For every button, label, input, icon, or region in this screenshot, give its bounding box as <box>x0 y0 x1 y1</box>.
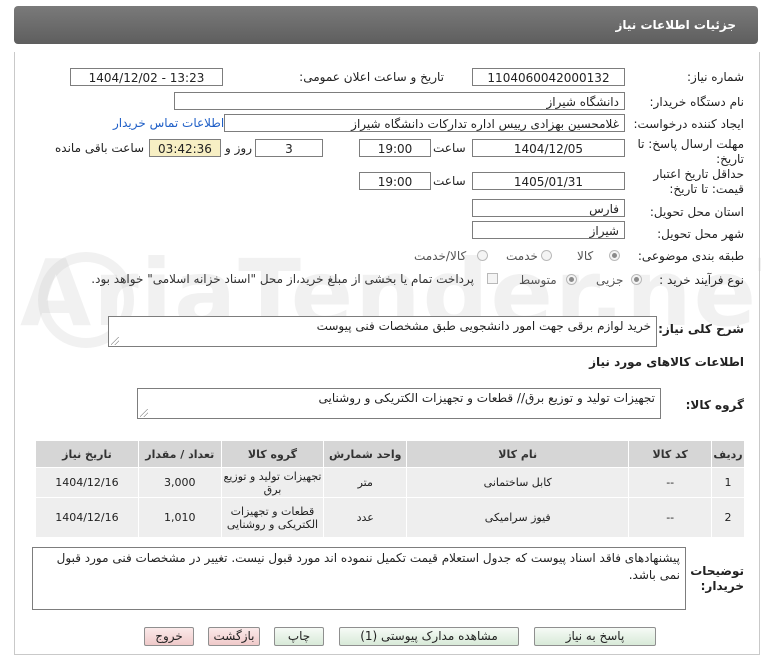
category-option-goods-service: کالا/خدمت <box>414 249 467 263</box>
cell-group: قطعات و تجهیزات الکتریکی و روشنایی <box>220 497 325 538</box>
process-radio-minor[interactable] <box>631 274 642 285</box>
table-row[interactable]: 2 -- فیوز سرامیکی عدد قطعات و تجهیزات ال… <box>35 497 745 538</box>
validity-date-field: 1405/01/31 <box>472 172 625 190</box>
exit-button[interactable]: خروج <box>144 627 194 646</box>
cell-qty: 1,010 <box>137 497 222 538</box>
need-number-field: 1104060042000132 <box>472 68 625 86</box>
province-field: فارس <box>472 199 625 217</box>
treasury-note: پرداخت تمام یا بخشی از مبلغ خرید،از محل … <box>91 272 474 286</box>
col-unit: واحد شمارش <box>323 440 408 468</box>
col-date: تاریخ نیاز <box>35 440 139 468</box>
buyer-notes-text: پیشنهادهای فاقد اسناد پیوست که جدول استع… <box>56 551 680 582</box>
page-header: جزئیات اطلاعات نیاز <box>14 6 758 44</box>
process-radio-medium[interactable] <box>566 274 577 285</box>
category-radio-service[interactable] <box>541 250 552 261</box>
col-code: کد کالا <box>628 440 713 468</box>
cell-index: 2 <box>711 497 745 538</box>
col-index: ردیف <box>711 440 745 468</box>
deadline-time-field: 19:00 <box>359 139 431 157</box>
cell-name: کابل ساختمانی <box>406 467 630 498</box>
items-table: ردیف کد کالا نام کالا واحد شمارش گروه کا… <box>35 440 745 538</box>
resize-handle-icon[interactable] <box>140 409 148 417</box>
table-header-row: ردیف کد کالا نام کالا واحد شمارش گروه کا… <box>35 440 745 468</box>
description-label: شرح کلی نیاز: <box>658 322 744 336</box>
cell-unit: عدد <box>323 497 408 538</box>
col-name: نام کالا <box>406 440 630 468</box>
cell-index: 1 <box>711 467 745 498</box>
city-field: شیراز <box>472 221 625 239</box>
goods-info-title: اطلاعات کالاهای مورد نیاز <box>589 355 744 369</box>
validity-time-field: 19:00 <box>359 172 431 190</box>
process-label: نوع فرآیند خرید : <box>659 273 744 287</box>
cell-date: 1404/12/16 <box>35 497 139 538</box>
validity-label-line2: قیمت: تا تاریخ: <box>669 182 744 196</box>
process-option-medium: متوسط <box>519 273 557 287</box>
days-word: روز و <box>225 141 252 155</box>
deadline-label-line2: تاریخ: <box>716 152 744 166</box>
category-radio-goods-service[interactable] <box>477 250 488 261</box>
contact-info-link[interactable]: اطلاعات تماس خریدار <box>113 116 224 130</box>
page-title: جزئیات اطلاعات نیاز <box>615 18 736 32</box>
buyer-notes-field: پیشنهادهای فاقد اسناد پیوست که جدول استع… <box>32 547 686 610</box>
need-number-label: شماره نیاز: <box>687 70 744 84</box>
announce-label: تاریخ و ساعت اعلان عمومی: <box>299 70 444 84</box>
buyer-notes-label-line2: خریدار: <box>700 579 744 593</box>
city-label: شهر محل تحویل: <box>657 227 744 241</box>
province-label: استان محل تحویل: <box>649 205 744 219</box>
validity-label-line1: حداقل تاریخ اعتبار <box>653 167 744 181</box>
creator-label: ایجاد کننده درخواست: <box>633 117 744 131</box>
cell-date: 1404/12/16 <box>35 467 139 498</box>
creator-field: غلامحسین بهزادی رییس اداره تداركات دانشگ… <box>224 114 625 132</box>
treasury-checkbox[interactable] <box>487 273 498 284</box>
cell-group: تجهیزات تولید و توزیع برق <box>220 467 325 498</box>
category-option-goods: کالا <box>577 249 594 263</box>
goods-group-field: تجهیزات تولید و توزیع برق// قطعات و تجهی… <box>137 388 661 419</box>
validity-time-word: ساعت <box>433 174 466 188</box>
cell-qty: 3,000 <box>137 467 222 498</box>
description-field: خرید لوازم برقی جهت امور دانشجویی طبق مش… <box>108 316 657 347</box>
reply-button[interactable]: پاسخ به نیاز <box>534 627 656 646</box>
process-option-minor: جزیی <box>596 273 624 287</box>
col-qty: تعداد / مقدار <box>137 440 222 468</box>
days-remaining-field: 3 <box>255 139 323 157</box>
deadline-label-line1: مهلت ارسال پاسخ: تا <box>637 137 744 151</box>
announce-field: 1404/12/02 - 13:23 <box>70 68 223 86</box>
col-group: گروه کالا <box>220 440 325 468</box>
buyer-org-field: دانشگاه شیراز <box>174 92 625 110</box>
cell-name: فیوز سرامیکی <box>406 497 630 538</box>
resize-handle-icon[interactable] <box>111 337 119 345</box>
view-attachments-button[interactable]: مشاهده مدارک پیوستی (1) <box>339 627 519 646</box>
goods-group-label: گروه کالا: <box>685 398 744 412</box>
category-radio-goods[interactable] <box>609 250 620 261</box>
cell-unit: متر <box>323 467 408 498</box>
buyer-org-label: نام دستگاه خریدار: <box>649 95 745 109</box>
deadline-date-field: 1404/12/05 <box>472 139 625 157</box>
remaining-time-label: ساعت باقی مانده <box>55 141 145 155</box>
back-button[interactable]: بازگشت <box>208 627 260 646</box>
cell-code: -- <box>628 467 713 498</box>
buyer-notes-label-line1: توضیحات <box>690 564 744 578</box>
category-option-service: خدمت <box>506 249 538 263</box>
category-label: طبقه بندی موضوعی: <box>637 249 744 263</box>
print-button[interactable]: چاپ <box>274 627 324 646</box>
goods-group-text: تجهیزات تولید و توزیع برق// قطعات و تجهی… <box>318 391 655 405</box>
remaining-time-field: 03:42:36 <box>149 139 221 157</box>
description-text: خرید لوازم برقی جهت امور دانشجویی طبق مش… <box>316 319 651 333</box>
deadline-time-word: ساعت <box>433 141 466 155</box>
cell-code: -- <box>628 497 713 538</box>
table-row[interactable]: 1 -- کابل ساختمانی متر تجهیزات تولید و ت… <box>35 467 745 498</box>
